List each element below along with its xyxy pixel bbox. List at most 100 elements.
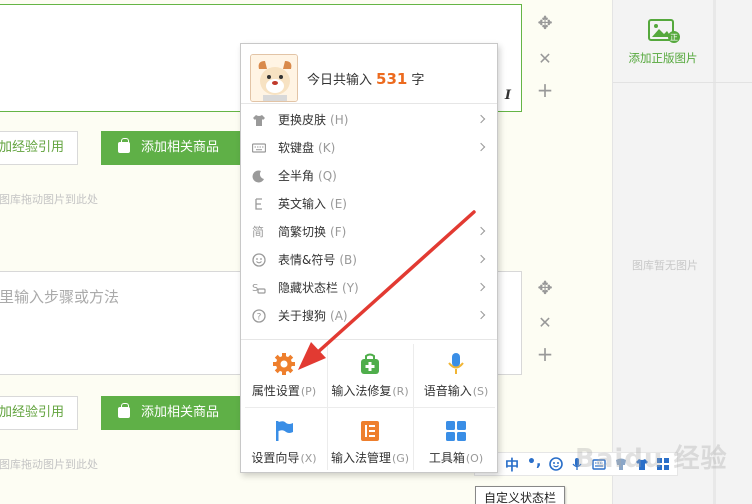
menu-item-label: 英文输入 <box>278 197 327 211</box>
grid-item-repair[interactable]: 输入法修复(R) <box>327 340 413 406</box>
question-icon: ? <box>252 309 266 323</box>
add-icon[interactable]: + <box>535 80 555 100</box>
ime-language-toggle[interactable]: 中 <box>505 455 519 475</box>
menu-item-label: 简繁切换 <box>278 225 327 239</box>
grid-item-key: (S) <box>472 385 489 398</box>
svg-text:S: S <box>252 283 258 294</box>
grid-item-label: 工具箱 <box>428 451 465 465</box>
italic-icon[interactable]: I <box>505 88 511 103</box>
grid-item-key: (X) <box>300 452 317 465</box>
step2-drop-hint: 图库拖动图片到此处 <box>0 458 98 471</box>
menu-item-full-half-width[interactable]: 全半角 (Q) <box>241 162 497 190</box>
menu-item-label: 全半角 <box>278 169 315 183</box>
chevron-right-icon <box>478 134 488 162</box>
menu-item-soft-keyboard[interactable]: 软键盘 (K) <box>241 134 497 162</box>
toolbox-icon <box>446 421 466 441</box>
grid-item-voice-input[interactable]: 语音输入(S) <box>413 340 499 406</box>
chevron-right-icon <box>478 218 488 246</box>
gear-icon <box>273 353 295 375</box>
grid-item-key: (R) <box>392 385 409 398</box>
svg-text:?: ? <box>257 313 262 323</box>
sidebar-scrollbar[interactable] <box>713 0 716 504</box>
ime-punctuation-toggle[interactable]: •, <box>527 454 541 470</box>
menu-shortcut-grid: 属性设置(P) 输入法修复(R) 语音输入(S) 设置向导(X) 输入法管理(G… <box>241 339 497 473</box>
menu-item-key: (Y) <box>342 281 359 295</box>
move-handle-icon[interactable]: ✥ <box>535 14 555 34</box>
grid-item-key: (P) <box>300 385 317 398</box>
smiley-icon[interactable] <box>549 457 563 471</box>
count-prefix: 今日共输入 <box>307 73 373 88</box>
menu-item-skin[interactable]: 更换皮肤 (H) <box>241 106 497 134</box>
grid-item-key: (G) <box>391 452 410 465</box>
menu-item-key: (B) <box>339 253 357 267</box>
shopping-bag-icon <box>118 138 130 153</box>
add-image-icon: 正 <box>648 19 680 43</box>
grid-item-key: (O) <box>465 452 484 465</box>
menu-item-key: (H) <box>330 113 349 127</box>
close-icon[interactable]: ✕ <box>535 313 555 333</box>
step1-cite-button[interactable]: 加经验引用 <box>0 131 78 165</box>
status-bar-tooltip: 自定义状态栏 <box>475 486 566 504</box>
menu-item-key: (E) <box>330 197 347 211</box>
menu-item-emoji-symbols[interactable]: 表情&符号 (B) <box>241 246 497 274</box>
step2-add-products-label: 添加相关商品 <box>141 405 220 420</box>
menu-item-simp-trad[interactable]: 简 简繁切换 (F) <box>241 218 497 246</box>
avatar[interactable] <box>250 54 298 102</box>
moon-icon <box>252 170 264 183</box>
manage-icon <box>361 421 379 441</box>
smiley-icon <box>252 253 266 267</box>
move-handle-icon[interactable]: ✥ <box>535 279 555 299</box>
chevron-right-icon <box>478 246 488 274</box>
menu-item-about-sogou[interactable]: ? 关于搜狗 (A) <box>241 302 497 330</box>
grid-item-ime-manager[interactable]: 输入法管理(G) <box>327 407 413 473</box>
watermark: Baidu 经验 <box>575 444 728 474</box>
grid-item-setup-wizard[interactable]: 设置向导(X) <box>241 407 327 473</box>
count-suffix: 字 <box>411 73 425 88</box>
menu-item-english-input[interactable]: 英文输入 (E) <box>241 190 497 218</box>
count-value: 531 <box>376 70 408 88</box>
daily-input-count: 今日共输入 531 字 <box>307 69 424 88</box>
grid-item-label: 输入法管理 <box>330 451 391 465</box>
add-licensed-image-label: 添加正版图片 <box>628 51 698 65</box>
dog-mascot-icon <box>251 55 297 101</box>
chevron-right-icon <box>478 274 488 302</box>
shopping-bag-icon <box>118 403 130 418</box>
menu-item-label: 表情&符号 <box>278 253 336 267</box>
step1-add-products-button[interactable]: 添加相关商品 <box>101 131 251 165</box>
grid-item-label: 属性设置 <box>251 384 300 398</box>
jian-icon: 简 <box>252 225 265 239</box>
add-licensed-image-button[interactable]: 正 添加正版图片 <box>613 14 713 66</box>
svg-text:正: 正 <box>670 33 678 42</box>
menu-item-label: 更换皮肤 <box>278 113 327 127</box>
step1-add-products-label: 添加相关商品 <box>141 140 220 155</box>
menu-item-label: 软键盘 <box>278 141 315 155</box>
microphone-icon <box>448 353 464 374</box>
close-icon[interactable]: ✕ <box>535 49 555 69</box>
menu-item-hide-statusbar[interactable]: S 隐藏状态栏 (Y) <box>241 274 497 302</box>
menu-item-key: (Q) <box>318 169 337 183</box>
flag-icon <box>276 421 293 441</box>
grid-item-label: 语音输入 <box>423 384 472 398</box>
ime-popup-menu: 今日共输入 531 字 更换皮肤 (H) 软键盘 (K) 全半角 (Q) 英文输入 (E) … <box>240 43 498 473</box>
step2-add-products-button[interactable]: 添加相关商品 <box>101 396 251 430</box>
grid-item-toolbox[interactable]: 工具箱(O) <box>413 407 499 473</box>
keyboard-icon <box>252 143 266 153</box>
gallery-empty-text: 图库暂无图片 <box>632 259 698 272</box>
shirt-icon <box>253 115 265 126</box>
english-icon <box>255 198 262 210</box>
menu-list: 更换皮肤 (H) 软键盘 (K) 全半角 (Q) 英文输入 (E) 简 简繁切换 (F) … <box>241 106 497 330</box>
step1-drop-hint: 图库拖动图片到此处 <box>0 193 98 206</box>
grid-item-properties[interactable]: 属性设置(P) <box>241 340 327 406</box>
step2-placeholder: 里输入步骤或方法 <box>0 288 120 306</box>
repair-bag-icon <box>361 353 379 374</box>
image-sidebar: 正 添加正版图片 图库暂无图片 <box>612 0 752 504</box>
grid-item-label: 输入法修复 <box>331 384 392 398</box>
menu-item-key: (K) <box>318 141 336 155</box>
menu-item-label: 隐藏状态栏 <box>278 281 339 295</box>
chevron-right-icon <box>478 302 488 330</box>
step2-cite-button[interactable]: 加经验引用 <box>0 396 78 430</box>
grid-item-label: 设置向导 <box>251 451 300 465</box>
menu-item-key: (F) <box>330 225 347 239</box>
menu-item-key: (A) <box>330 309 348 323</box>
add-icon[interactable]: + <box>535 344 555 364</box>
